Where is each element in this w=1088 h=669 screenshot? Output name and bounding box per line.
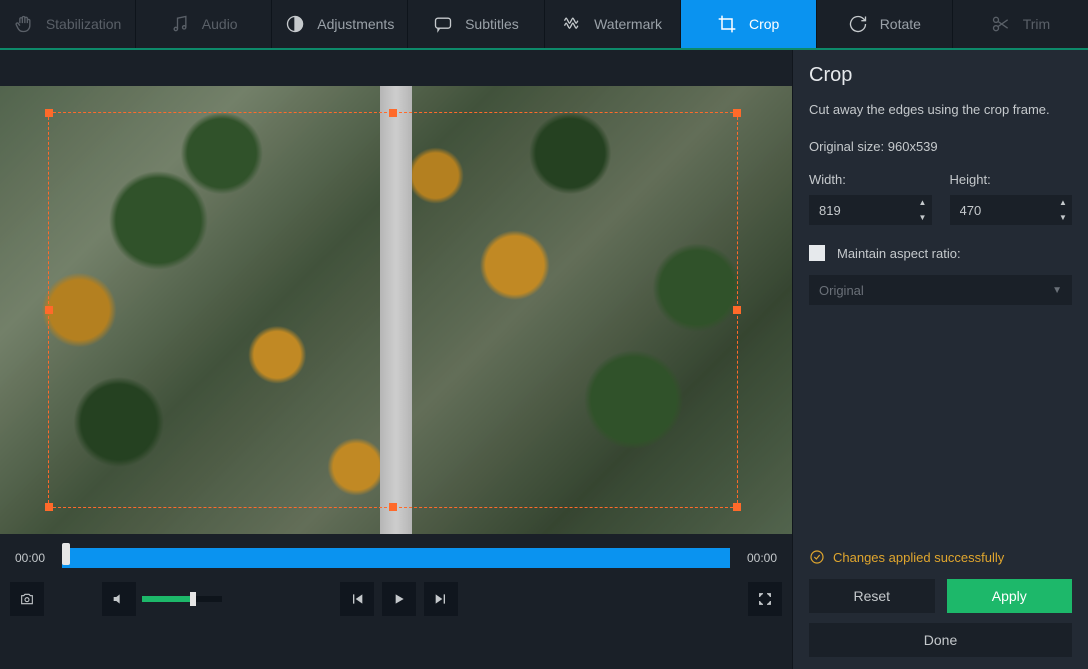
tool-tabs: Stabilization Audio Adjustments Subtitle… <box>0 0 1088 50</box>
timeline-playhead[interactable] <box>62 543 70 565</box>
skip-forward-icon <box>433 591 449 607</box>
subtitle-icon <box>433 14 453 34</box>
tab-label: Subtitles <box>465 16 519 32</box>
contrast-icon <box>285 14 305 34</box>
hand-icon <box>14 14 34 34</box>
panel-description: Cut away the edges using the crop frame. <box>809 101 1072 119</box>
crop-handle-ne[interactable] <box>733 109 741 117</box>
music-note-icon <box>170 14 190 34</box>
tab-label: Rotate <box>880 16 921 32</box>
tab-label: Adjustments <box>317 16 394 32</box>
crop-frame[interactable] <box>48 112 738 508</box>
crop-handle-sw[interactable] <box>45 503 53 511</box>
skip-back-icon <box>349 591 365 607</box>
tab-trim[interactable]: Trim <box>953 0 1088 48</box>
time-total: 00:00 <box>742 551 782 565</box>
crop-handle-e[interactable] <box>733 306 741 314</box>
snapshot-button[interactable] <box>10 582 44 616</box>
status-text: Changes applied successfully <box>833 550 1004 565</box>
tab-subtitles[interactable]: Subtitles <box>408 0 544 48</box>
play-button[interactable] <box>382 582 416 616</box>
video-preview[interactable] <box>0 86 792 534</box>
camera-icon <box>19 591 35 607</box>
scissors-icon <box>991 14 1011 34</box>
play-icon <box>391 591 407 607</box>
height-step-up[interactable]: ▲ <box>1054 195 1072 210</box>
crop-handle-w[interactable] <box>45 306 53 314</box>
height-input[interactable] <box>950 203 1055 218</box>
width-step-down[interactable]: ▼ <box>914 210 932 225</box>
timeline[interactable] <box>62 548 730 568</box>
width-spinner[interactable]: ▲ ▼ <box>809 195 932 225</box>
volume-fill <box>142 596 190 602</box>
crop-handle-se[interactable] <box>733 503 741 511</box>
height-spinner[interactable]: ▲ ▼ <box>950 195 1073 225</box>
tab-rotate[interactable]: Rotate <box>817 0 953 48</box>
crop-handle-nw[interactable] <box>45 109 53 117</box>
aspect-ratio-value: Original <box>819 283 864 298</box>
reset-button[interactable]: Reset <box>809 579 935 613</box>
tab-label: Crop <box>749 16 779 32</box>
apply-button[interactable]: Apply <box>947 579 1073 613</box>
done-button[interactable]: Done <box>809 623 1072 657</box>
status-message: Changes applied successfully <box>809 549 1072 565</box>
tab-crop[interactable]: Crop <box>681 0 817 48</box>
timeline-row: 00:00 00:00 <box>0 534 792 578</box>
maintain-aspect-checkbox[interactable] <box>809 245 825 261</box>
tab-adjustments[interactable]: Adjustments <box>272 0 408 48</box>
maintain-aspect-label: Maintain aspect ratio: <box>837 246 961 261</box>
chevron-down-icon: ▼ <box>1052 285 1062 296</box>
speaker-icon <box>111 591 127 607</box>
time-current: 00:00 <box>10 551 50 565</box>
volume-thumb[interactable] <box>190 592 196 606</box>
width-step-up[interactable]: ▲ <box>914 195 932 210</box>
mute-button[interactable] <box>102 582 136 616</box>
tab-label: Audio <box>202 16 238 32</box>
transport-controls <box>340 582 458 616</box>
crop-handle-n[interactable] <box>389 109 397 117</box>
crop-panel: Crop Cut away the edges using the crop f… <box>792 50 1088 669</box>
preview-column: 00:00 00:00 <box>0 50 792 669</box>
height-label: Height: <box>950 172 1073 187</box>
next-frame-button[interactable] <box>424 582 458 616</box>
tab-label: Trim <box>1023 16 1050 32</box>
volume-slider[interactable] <box>142 596 222 602</box>
aspect-ratio-select[interactable]: Original ▼ <box>809 275 1072 305</box>
fullscreen-button[interactable] <box>748 582 782 616</box>
rotate-icon <box>848 14 868 34</box>
tab-watermark[interactable]: Watermark <box>545 0 681 48</box>
tab-stabilization[interactable]: Stabilization <box>0 0 136 48</box>
fullscreen-icon <box>757 591 773 607</box>
height-step-down[interactable]: ▼ <box>1054 210 1072 225</box>
panel-title: Crop <box>809 64 1072 87</box>
watermark-icon <box>562 14 582 34</box>
tab-label: Watermark <box>594 16 662 32</box>
width-input[interactable] <box>809 203 914 218</box>
prev-frame-button[interactable] <box>340 582 374 616</box>
player-controls <box>0 578 792 624</box>
tab-label: Stabilization <box>46 16 122 32</box>
volume-control <box>102 582 222 616</box>
width-label: Width: <box>809 172 932 187</box>
check-circle-icon <box>809 549 825 565</box>
original-size-label: Original size: 960x539 <box>809 139 1072 154</box>
tab-audio[interactable]: Audio <box>136 0 272 48</box>
crop-handle-s[interactable] <box>389 503 397 511</box>
crop-icon <box>717 14 737 34</box>
